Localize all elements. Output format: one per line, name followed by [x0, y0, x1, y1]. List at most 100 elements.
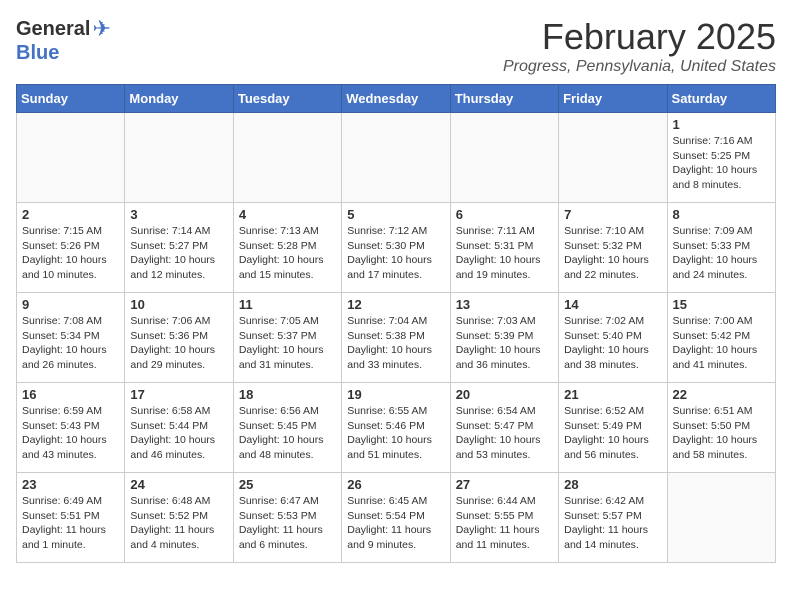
day-number: 1: [673, 117, 770, 132]
calendar-cell: 11 Sunrise: 7:05 AM Sunset: 5:37 PM Dayli…: [233, 293, 341, 383]
location-title: Progress, Pennsylvania, United States: [503, 58, 776, 76]
logo-blue-text: Blue: [16, 42, 59, 64]
day-info: Sunrise: 7:04 AM Sunset: 5:38 PM Dayligh…: [347, 314, 444, 373]
logo: General ✈ Blue: [16, 16, 111, 65]
day-number: 10: [130, 297, 227, 312]
day-number: 19: [347, 387, 444, 402]
day-info: Sunrise: 6:55 AM Sunset: 5:46 PM Dayligh…: [347, 404, 444, 463]
day-header-monday: Monday: [125, 85, 233, 113]
day-info: Sunrise: 7:00 AM Sunset: 5:42 PM Dayligh…: [673, 314, 770, 373]
calendar-table: SundayMondayTuesdayWednesdayThursdayFrid…: [16, 84, 776, 563]
day-info: Sunrise: 7:10 AM Sunset: 5:32 PM Dayligh…: [564, 224, 661, 283]
day-number: 8: [673, 207, 770, 222]
day-number: 26: [347, 477, 444, 492]
day-number: 21: [564, 387, 661, 402]
header: General ✈ Blue February 2025 Progress, P…: [16, 16, 776, 76]
calendar-week-row: 2 Sunrise: 7:15 AM Sunset: 5:26 PM Daylig…: [17, 203, 776, 293]
calendar-cell: 27 Sunrise: 6:44 AM Sunset: 5:55 PM Dayli…: [450, 473, 558, 563]
calendar-header-row: SundayMondayTuesdayWednesdayThursdayFrid…: [17, 85, 776, 113]
logo-general-text: General: [16, 18, 90, 41]
day-header-friday: Friday: [559, 85, 667, 113]
calendar-cell: 1 Sunrise: 7:16 AM Sunset: 5:25 PM Daylig…: [667, 113, 775, 203]
calendar-week-row: 23 Sunrise: 6:49 AM Sunset: 5:51 PM Dayli…: [17, 473, 776, 563]
day-info: Sunrise: 6:47 AM Sunset: 5:53 PM Dayligh…: [239, 494, 336, 553]
day-number: 20: [456, 387, 553, 402]
day-info: Sunrise: 6:59 AM Sunset: 5:43 PM Dayligh…: [22, 404, 119, 463]
calendar-cell: 26 Sunrise: 6:45 AM Sunset: 5:54 PM Dayli…: [342, 473, 450, 563]
day-number: 9: [22, 297, 119, 312]
day-info: Sunrise: 6:58 AM Sunset: 5:44 PM Dayligh…: [130, 404, 227, 463]
calendar-cell: 6 Sunrise: 7:11 AM Sunset: 5:31 PM Daylig…: [450, 203, 558, 293]
day-info: Sunrise: 7:03 AM Sunset: 5:39 PM Dayligh…: [456, 314, 553, 373]
day-number: 15: [673, 297, 770, 312]
day-number: 17: [130, 387, 227, 402]
day-header-saturday: Saturday: [667, 85, 775, 113]
day-info: Sunrise: 6:48 AM Sunset: 5:52 PM Dayligh…: [130, 494, 227, 553]
calendar-cell: 10 Sunrise: 7:06 AM Sunset: 5:36 PM Dayli…: [125, 293, 233, 383]
calendar-cell: 18 Sunrise: 6:56 AM Sunset: 5:45 PM Dayli…: [233, 383, 341, 473]
calendar-cell: 5 Sunrise: 7:12 AM Sunset: 5:30 PM Daylig…: [342, 203, 450, 293]
day-info: Sunrise: 7:12 AM Sunset: 5:30 PM Dayligh…: [347, 224, 444, 283]
day-info: Sunrise: 7:11 AM Sunset: 5:31 PM Dayligh…: [456, 224, 553, 283]
calendar-cell: 7Sunrise: 7:10 AM Sunset: 5:32 PM Daylig…: [559, 203, 667, 293]
calendar-cell: [450, 113, 558, 203]
day-number: 22: [673, 387, 770, 402]
day-header-wednesday: Wednesday: [342, 85, 450, 113]
calendar-cell: 8 Sunrise: 7:09 AM Sunset: 5:33 PM Daylig…: [667, 203, 775, 293]
day-info: Sunrise: 7:09 AM Sunset: 5:33 PM Dayligh…: [673, 224, 770, 283]
calendar-cell: 23 Sunrise: 6:49 AM Sunset: 5:51 PM Dayli…: [17, 473, 125, 563]
calendar-cell: 16 Sunrise: 6:59 AM Sunset: 5:43 PM Dayli…: [17, 383, 125, 473]
day-info: Sunrise: 6:49 AM Sunset: 5:51 PM Dayligh…: [22, 494, 119, 553]
day-number: 11: [239, 297, 336, 312]
calendar-cell: [342, 113, 450, 203]
calendar-cell: [667, 473, 775, 563]
day-number: 5: [347, 207, 444, 222]
day-header-sunday: Sunday: [17, 85, 125, 113]
day-info: Sunrise: 6:45 AM Sunset: 5:54 PM Dayligh…: [347, 494, 444, 553]
title-area: February 2025 Progress, Pennsylvania, Un…: [503, 16, 776, 76]
month-title: February 2025: [503, 16, 776, 58]
calendar-cell: 17 Sunrise: 6:58 AM Sunset: 5:44 PM Dayli…: [125, 383, 233, 473]
calendar-cell: [125, 113, 233, 203]
day-number: 24: [130, 477, 227, 492]
calendar-cell: 20Sunrise: 6:54 AM Sunset: 5:47 PM Dayli…: [450, 383, 558, 473]
day-info: Sunrise: 6:44 AM Sunset: 5:55 PM Dayligh…: [456, 494, 553, 553]
day-number: 13: [456, 297, 553, 312]
day-number: 16: [22, 387, 119, 402]
day-info: Sunrise: 6:42 AM Sunset: 5:57 PM Dayligh…: [564, 494, 661, 553]
calendar-cell: 28 Sunrise: 6:42 AM Sunset: 5:57 PM Dayli…: [559, 473, 667, 563]
day-info: Sunrise: 7:14 AM Sunset: 5:27 PM Dayligh…: [130, 224, 227, 283]
day-number: 18: [239, 387, 336, 402]
day-info: Sunrise: 7:16 AM Sunset: 5:25 PM Dayligh…: [673, 134, 770, 193]
day-header-thursday: Thursday: [450, 85, 558, 113]
calendar-cell: 2 Sunrise: 7:15 AM Sunset: 5:26 PM Daylig…: [17, 203, 125, 293]
day-number: 6: [456, 207, 553, 222]
calendar-week-row: 9Sunrise: 7:08 AM Sunset: 5:34 PM Daylig…: [17, 293, 776, 383]
calendar-cell: 22Sunrise: 6:51 AM Sunset: 5:50 PM Dayli…: [667, 383, 775, 473]
day-number: 27: [456, 477, 553, 492]
page-container: General ✈ Blue February 2025 Progress, P…: [16, 16, 776, 563]
logo-bird-icon: ✈: [92, 16, 110, 42]
calendar-cell: 25Sunrise: 6:47 AM Sunset: 5:53 PM Dayli…: [233, 473, 341, 563]
day-info: Sunrise: 7:15 AM Sunset: 5:26 PM Dayligh…: [22, 224, 119, 283]
calendar-cell: 12Sunrise: 7:04 AM Sunset: 5:38 PM Dayli…: [342, 293, 450, 383]
day-info: Sunrise: 7:06 AM Sunset: 5:36 PM Dayligh…: [130, 314, 227, 373]
calendar-cell: [559, 113, 667, 203]
day-info: Sunrise: 6:56 AM Sunset: 5:45 PM Dayligh…: [239, 404, 336, 463]
day-number: 23: [22, 477, 119, 492]
calendar-cell: 15 Sunrise: 7:00 AM Sunset: 5:42 PM Dayli…: [667, 293, 775, 383]
calendar-week-row: 16 Sunrise: 6:59 AM Sunset: 5:43 PM Dayli…: [17, 383, 776, 473]
day-info: Sunrise: 7:02 AM Sunset: 5:40 PM Dayligh…: [564, 314, 661, 373]
calendar-cell: 13 Sunrise: 7:03 AM Sunset: 5:39 PM Dayli…: [450, 293, 558, 383]
calendar-cell: 19 Sunrise: 6:55 AM Sunset: 5:46 PM Dayli…: [342, 383, 450, 473]
calendar-week-row: 1 Sunrise: 7:16 AM Sunset: 5:25 PM Daylig…: [17, 113, 776, 203]
day-number: 4: [239, 207, 336, 222]
calendar-cell: [17, 113, 125, 203]
day-info: Sunrise: 7:13 AM Sunset: 5:28 PM Dayligh…: [239, 224, 336, 283]
day-info: Sunrise: 7:05 AM Sunset: 5:37 PM Dayligh…: [239, 314, 336, 373]
day-number: 28: [564, 477, 661, 492]
calendar-cell: [233, 113, 341, 203]
day-number: 2: [22, 207, 119, 222]
day-info: Sunrise: 6:52 AM Sunset: 5:49 PM Dayligh…: [564, 404, 661, 463]
calendar-cell: 3Sunrise: 7:14 AM Sunset: 5:27 PM Daylig…: [125, 203, 233, 293]
